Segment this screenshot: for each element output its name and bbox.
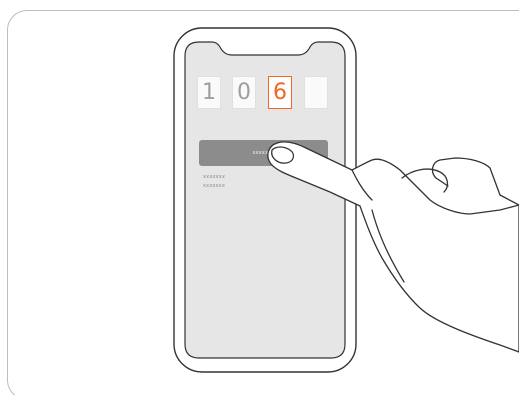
finger-tap-icon — [267, 141, 519, 353]
illustration-scene: 1 0 6 xxxxxxx xxxxxxx xxxxxxx — [0, 0, 519, 395]
